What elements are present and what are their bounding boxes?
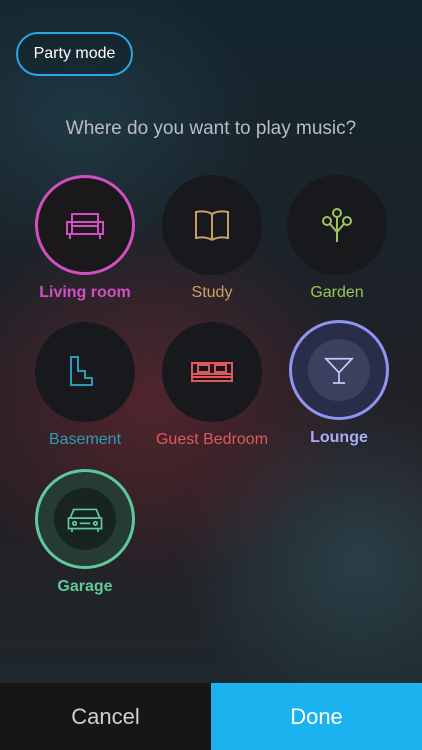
room-garage[interactable]: Garage [20, 469, 150, 596]
page-title: Where do you want to play music? [65, 118, 357, 139]
room-circle[interactable] [35, 469, 135, 569]
sofa-icon [66, 213, 104, 239]
room-label: Study [191, 284, 233, 301]
room-study[interactable]: Study [147, 175, 277, 302]
room-label: Basement [48, 431, 122, 448]
room-label: Garden [310, 284, 364, 301]
book-icon [195, 210, 229, 241]
done-button[interactable]: Done [211, 683, 422, 750]
inner-circle [54, 488, 116, 550]
room-circle[interactable] [162, 322, 262, 422]
room-living-room[interactable]: Living room [20, 175, 150, 302]
room-circle[interactable] [287, 175, 387, 275]
room-label: Guest Bedroom [155, 431, 269, 448]
party-mode-button[interactable]: Party mode [16, 32, 133, 76]
room-circle[interactable] [289, 320, 389, 420]
inner-circle [308, 339, 370, 401]
room-label: Lounge [310, 429, 368, 446]
cocktail-icon [323, 357, 355, 384]
room-lounge[interactable]: Lounge [274, 320, 404, 447]
stairs-icon [70, 356, 93, 386]
tree-icon [322, 208, 352, 242]
car-icon [67, 508, 103, 533]
room-label: Garage [57, 578, 113, 595]
bed-icon [191, 362, 233, 382]
cancel-button[interactable]: Cancel [0, 683, 211, 750]
footer-bar: Cancel Done [0, 683, 422, 750]
room-basement[interactable]: Basement [20, 322, 150, 449]
room-label: Living room [39, 284, 131, 301]
room-circle[interactable] [35, 175, 135, 275]
room-guest-bedroom[interactable]: Guest Bedroom [147, 322, 277, 449]
room-circle[interactable] [162, 175, 262, 275]
room-circle[interactable] [35, 322, 135, 422]
room-garden[interactable]: Garden [272, 175, 402, 302]
